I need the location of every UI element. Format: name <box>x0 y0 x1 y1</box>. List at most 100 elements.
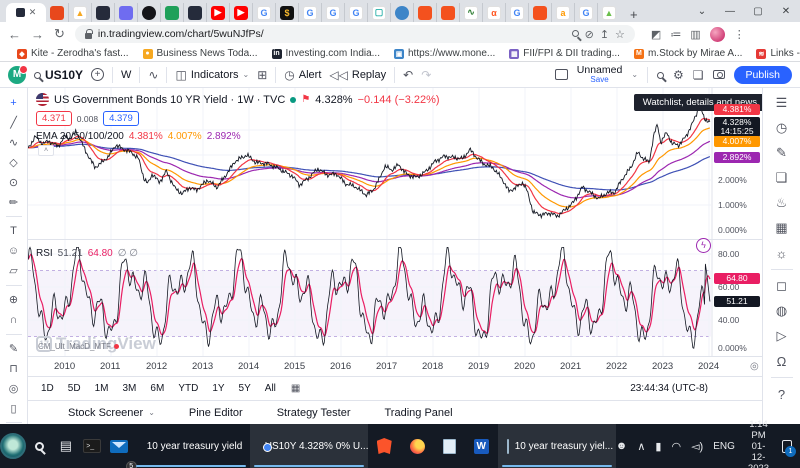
range-all[interactable]: All <box>260 381 281 396</box>
help-icon[interactable]: ? <box>771 385 793 403</box>
amazon-tab[interactable]: a <box>551 3 574 22</box>
emoji-tool[interactable]: ☺ <box>4 244 24 258</box>
bookmark-mstock[interactable]: Mm.Stock by Mirae A... <box>627 48 749 59</box>
fullscreen-icon[interactable]: ❏ <box>693 68 704 82</box>
undo-icon[interactable]: ↶ <box>403 68 413 82</box>
google-tab[interactable]: G <box>252 3 275 22</box>
publish-button[interactable]: Publish <box>734 66 792 84</box>
tab-strategy-tester[interactable]: Strategy Tester <box>277 407 351 419</box>
language-indicator[interactable]: ENG <box>713 441 735 452</box>
zerodha-tab[interactable]: ▲ <box>597 3 620 22</box>
range-3m[interactable]: 3M <box>118 381 142 396</box>
range-1m[interactable]: 1M <box>90 381 114 396</box>
ideas-icon[interactable]: ☼ <box>771 244 793 262</box>
pane-separator[interactable] <box>28 239 762 240</box>
google-tab-2[interactable]: G <box>298 3 321 22</box>
password-hidden-icon[interactable]: ⊘ <box>585 28 594 41</box>
trend-line-tool[interactable]: ╱ <box>4 116 24 130</box>
crosshair-tool[interactable]: + <box>4 96 24 110</box>
battery-icon[interactable]: ▮ <box>655 440 661 453</box>
bookmark-star-icon[interactable]: ☆ <box>615 28 625 41</box>
text-tool[interactable]: T <box>4 224 24 238</box>
drawing-lock-tool[interactable]: ✎ <box>4 342 24 356</box>
mail-icon[interactable]: 5 <box>105 424 131 468</box>
buy-price-button[interactable]: 4.379 <box>103 111 139 126</box>
rsi-legend[interactable]: RSI 51.21 64.80 ∅ ∅ <box>36 248 138 259</box>
start-button[interactable] <box>0 424 26 468</box>
chart-region[interactable]: US Government Bonds 10 YR Yield · 1W · T… <box>28 88 762 400</box>
orange-app-tab-2[interactable] <box>436 3 459 22</box>
taskbar-word[interactable]: W <box>465 424 498 468</box>
remove-tool[interactable]: ▯ <box>4 401 24 415</box>
layout-chevron-icon[interactable]: ⌄ <box>631 70 638 79</box>
close-tab-icon[interactable]: ✕ <box>29 7 37 18</box>
console-tab[interactable]: ▲ <box>68 3 91 22</box>
active-browser-tab[interactable]: ✕ <box>6 3 46 22</box>
zoom-page-icon[interactable] <box>572 28 579 40</box>
range-5y[interactable]: 5Y <box>234 381 256 396</box>
browser-profile-avatar[interactable] <box>710 27 725 42</box>
forward-icon[interactable]: → <box>31 27 44 42</box>
side-panel-icon[interactable]: ▥ <box>690 28 700 41</box>
layout-select-icon[interactable] <box>555 69 568 80</box>
watchlist-icon[interactable]: ☰ <box>771 94 793 112</box>
bookmark-fii-dii[interactable]: ▦FII/FPI & DII trading... <box>502 48 627 59</box>
interval-button[interactable]: W <box>121 69 131 81</box>
kite-tab[interactable] <box>46 3 68 22</box>
tab-pine-editor[interactable]: Pine Editor <box>189 407 243 419</box>
taskbar-firefox[interactable] <box>401 424 434 468</box>
chart-style-icon[interactable]: ∿ <box>148 68 158 82</box>
wifi-icon[interactable]: ◠ <box>671 440 681 453</box>
dark-app-tab[interactable] <box>91 3 114 22</box>
live-icon[interactable]: ▷ <box>771 327 793 345</box>
replay-button[interactable]: ◁◁Replay <box>329 68 386 82</box>
chart-line-tab[interactable]: ∿ <box>459 3 482 22</box>
alerts-icon[interactable]: ◷ <box>771 119 793 137</box>
new-tab-button[interactable]: + <box>620 7 648 22</box>
taskbar-chrome-window[interactable]: US10Y 4.328% 0% U... <box>250 424 368 468</box>
indicators-button[interactable]: ◫ Indicators ⌄ <box>175 68 249 82</box>
brush-tool[interactable]: ✏ <box>4 195 24 209</box>
people-icon[interactable]: ☻ <box>616 440 628 452</box>
alpha-tab[interactable]: α <box>482 3 505 22</box>
alert-button[interactable]: ◷Alert <box>284 68 321 82</box>
taskbar-brave[interactable] <box>368 424 401 468</box>
range-5d[interactable]: 5D <box>63 381 86 396</box>
google-tab-4[interactable]: G <box>344 3 367 22</box>
taskbar-clock[interactable]: 1:14 PM 01-12-2023 <box>745 419 772 468</box>
go-to-date-icon[interactable]: ▦ <box>291 383 300 394</box>
bookmark-kite[interactable]: ◆Kite - Zerodha's fast... <box>10 48 136 59</box>
sell-price-button[interactable]: 4.371 <box>36 111 72 126</box>
terminal-icon[interactable]: >_ <box>79 424 105 468</box>
google-tab-6[interactable]: G <box>574 3 597 22</box>
symbol-search-button[interactable]: US10Y <box>34 68 83 82</box>
google-tab-5[interactable]: G <box>505 3 528 22</box>
tab-trading-panel[interactable]: Trading Panel <box>385 407 453 419</box>
snapshot-camera-icon[interactable] <box>713 70 725 79</box>
notifications-icon[interactable]: Ω <box>771 352 793 370</box>
calendar-icon[interactable]: ▦ <box>771 219 793 237</box>
youtube-tab[interactable]: ▶ <box>206 3 229 22</box>
url-text[interactable]: in.tradingview.com/chart/5wuNJfPs/ <box>98 28 566 40</box>
indicator-templates-icon[interactable]: ⊞ <box>257 68 267 82</box>
purple-app-tab[interactable] <box>114 3 137 22</box>
layout-name-button[interactable]: Unnamed Save <box>577 65 623 85</box>
maximize-button[interactable]: ▢ <box>744 2 772 22</box>
redo-icon[interactable]: ↷ <box>421 68 431 82</box>
share-icon[interactable]: ↥ <box>600 28 609 41</box>
reading-list-icon[interactable]: ≔ <box>670 28 681 41</box>
notifications-center-icon[interactable]: 1 <box>782 440 792 453</box>
google-tab-3[interactable]: G <box>321 3 344 22</box>
url-bar[interactable]: in.tradingview.com/chart/5wuNJfPs/ ⊘ ↥ ☆ <box>75 25 635 43</box>
taskbar-notepad[interactable] <box>434 424 465 468</box>
collapse-pane-button[interactable]: ˄ <box>38 145 54 156</box>
minimize-button[interactable]: — <box>716 2 744 22</box>
session-clock[interactable]: 23:44:34 (UTC-8) <box>630 383 708 394</box>
boost-lightning-icon[interactable]: ϟ <box>696 238 711 253</box>
bookmark-linkly[interactable]: ≋Links - Linkly <box>749 48 800 59</box>
range-1y[interactable]: 1Y <box>207 381 229 396</box>
green-chart-tab[interactable] <box>160 3 183 22</box>
quick-search-icon[interactable] <box>657 68 664 82</box>
compare-add-symbol-button[interactable]: + <box>91 68 104 81</box>
settings-gear-icon[interactable]: ⚙ <box>673 68 684 82</box>
